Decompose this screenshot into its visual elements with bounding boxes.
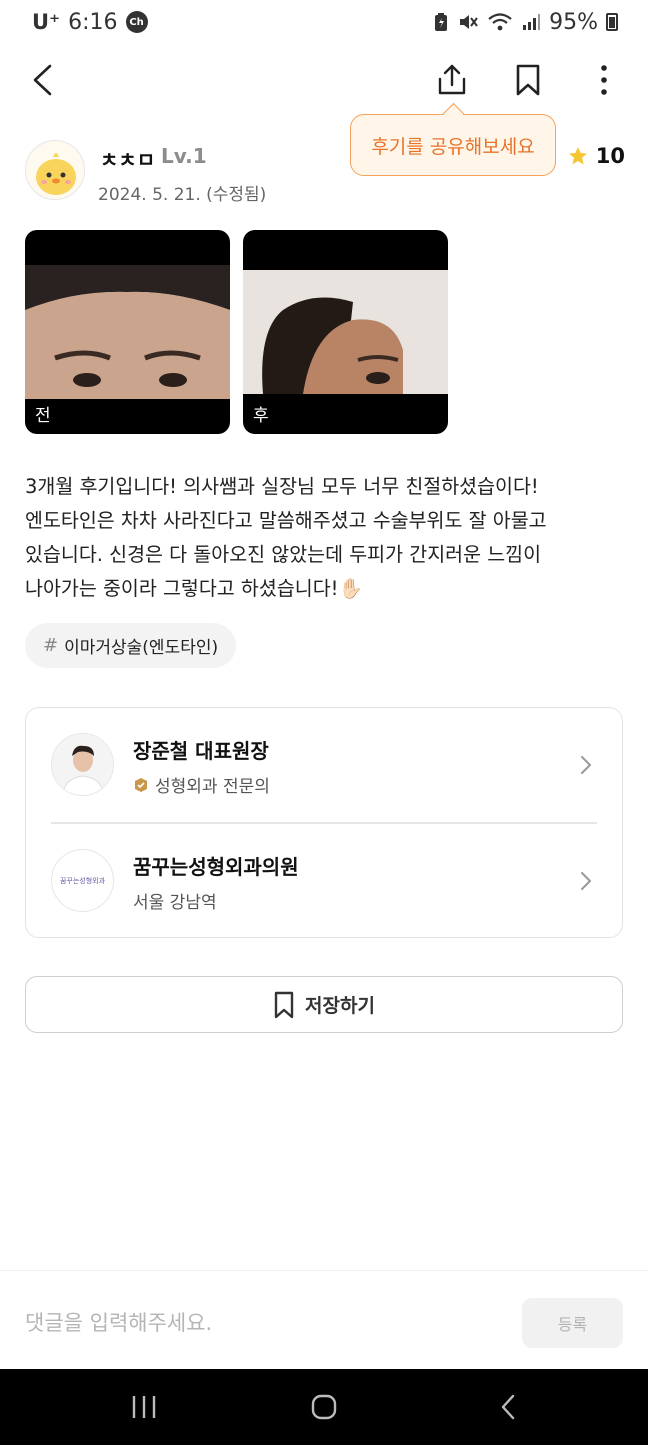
hashtag-icon: # bbox=[43, 635, 59, 656]
clinic-logo-text: 꿈꾸는성형외과 bbox=[59, 876, 106, 885]
post-date: 2024. 5. 21. (수정됨) bbox=[98, 185, 267, 205]
save-button[interactable]: 저장하기 bbox=[25, 976, 623, 1033]
bookmark-icon bbox=[516, 64, 540, 96]
bookmark-button[interactable] bbox=[504, 56, 552, 104]
back-icon bbox=[501, 1394, 515, 1420]
photo-gallery: 전 후 bbox=[25, 230, 448, 434]
doctor-clinic-card: 장준철 대표원장 성형외과 전문의 꿈꾸는성형외과 꿈꾸는성형외과의원 서울 강… bbox=[25, 707, 623, 938]
review-body: 3개월 후기입니다! 의사쌤과 실장님 모두 너무 친절하셨습이다! 엔도타인은… bbox=[25, 470, 625, 606]
chevron-right-icon bbox=[581, 756, 591, 774]
tag-label: 이마거상술(엔도타인) bbox=[64, 638, 219, 658]
clinic-location-row: 서울 강남역 bbox=[133, 888, 217, 913]
star-icon bbox=[568, 147, 587, 165]
procedure-tag[interactable]: # 이마거상술(엔도타인) bbox=[25, 623, 237, 668]
top-navigation bbox=[0, 50, 648, 106]
doctor-photo-image bbox=[52, 734, 113, 795]
certified-badge-icon bbox=[135, 777, 147, 792]
doctor-name: 장준철 대표원장 bbox=[133, 739, 269, 763]
review-line: 나아가는 중이라 그렇다고 하셨습니다!✋🏻 bbox=[25, 577, 363, 600]
share-button[interactable] bbox=[428, 56, 476, 104]
home-button[interactable] bbox=[300, 1383, 348, 1431]
recent-apps-icon bbox=[132, 1396, 156, 1418]
author-name[interactable]: ㅊㅊㅁ bbox=[100, 144, 155, 173]
system-navigation-bar bbox=[0, 1369, 648, 1445]
doctor-specialty-row: 성형외과 전문의 bbox=[133, 772, 270, 797]
comment-input[interactable] bbox=[25, 1301, 495, 1345]
after-photo[interactable]: 후 bbox=[243, 230, 448, 434]
author-level: Lv.1 bbox=[161, 144, 207, 168]
author-header: ㅊㅊㅁ Lv.1 2024. 5. 21. (수정됨) 10 bbox=[25, 140, 625, 205]
status-time: 6:16 bbox=[68, 9, 118, 35]
save-button-label: 저장하기 bbox=[305, 995, 375, 1017]
status-bar: U⁺ 6:16 Ch 95% bbox=[0, 0, 648, 44]
battery-icon bbox=[606, 13, 618, 31]
more-icon bbox=[601, 65, 607, 95]
review-line: 3개월 후기입니다! 의사쌤과 실장님 모두 너무 친절하셨습이다! bbox=[25, 475, 539, 498]
before-face-image bbox=[25, 265, 230, 399]
back-icon bbox=[33, 64, 52, 96]
before-photo[interactable]: 전 bbox=[25, 230, 230, 434]
comment-bar: 등록 bbox=[0, 1270, 648, 1370]
recent-apps-button[interactable] bbox=[120, 1383, 168, 1431]
channel-notification-icon: Ch bbox=[125, 11, 148, 33]
carrier-label: U⁺ bbox=[32, 10, 61, 34]
rating-value: 10 bbox=[595, 144, 625, 168]
clinic-logo: 꿈꾸는성형외과 bbox=[51, 849, 114, 912]
more-options-button[interactable] bbox=[580, 56, 628, 104]
chick-avatar-icon bbox=[36, 153, 76, 195]
back-button[interactable] bbox=[18, 56, 66, 104]
doctor-row[interactable]: 장준철 대표원장 성형외과 전문의 bbox=[26, 708, 622, 822]
bookmark-icon bbox=[274, 991, 294, 1018]
mute-icon bbox=[460, 15, 478, 29]
system-back-button[interactable] bbox=[484, 1383, 532, 1431]
chevron-right-icon bbox=[581, 872, 591, 890]
author-avatar[interactable] bbox=[25, 140, 85, 200]
rating: 10 bbox=[568, 144, 625, 168]
wifi-icon bbox=[488, 13, 512, 31]
clinic-name: 꿈꾸는성형외과의원 bbox=[133, 855, 299, 879]
home-icon bbox=[311, 1394, 337, 1420]
signal-icon bbox=[523, 14, 541, 30]
doctor-avatar bbox=[51, 733, 114, 796]
after-face-image bbox=[243, 270, 448, 394]
share-icon bbox=[438, 64, 466, 95]
review-line: 있습니다. 신경은 다 돌아오진 않았는데 두피가 간지러운 느낌이 bbox=[25, 543, 542, 566]
battery-saver-icon bbox=[435, 13, 448, 31]
review-line: 엔도타인은 차차 사라진다고 말씀해주셨고 수술부위도 잘 아물고 bbox=[25, 509, 547, 532]
clinic-location: 서울 강남역 bbox=[133, 893, 217, 913]
before-label: 전 bbox=[35, 406, 51, 426]
battery-level: 95% bbox=[549, 9, 598, 35]
clinic-row[interactable]: 꿈꾸는성형외과 꿈꾸는성형외과의원 서울 강남역 bbox=[26, 824, 622, 938]
after-label: 후 bbox=[253, 406, 269, 426]
submit-comment-button[interactable]: 등록 bbox=[522, 1298, 623, 1348]
doctor-specialty: 성형외과 전문의 bbox=[155, 777, 270, 797]
